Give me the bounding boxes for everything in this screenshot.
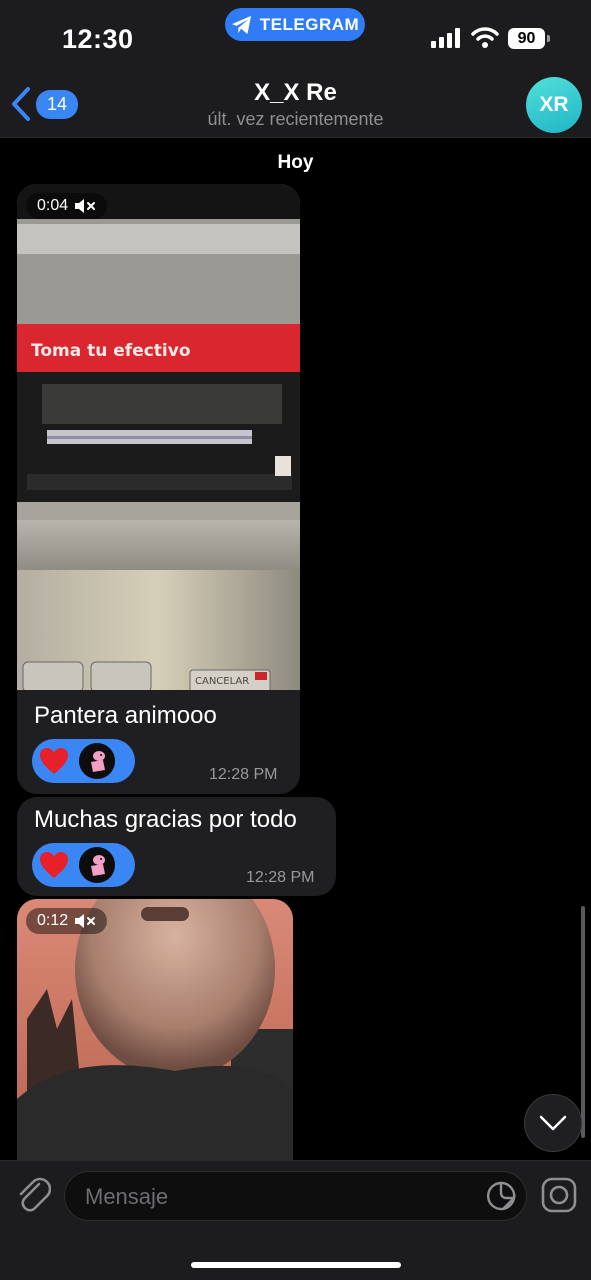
chevron-down-icon bbox=[539, 1115, 567, 1131]
reaction-pill[interactable] bbox=[32, 843, 135, 887]
muted-speaker-icon[interactable] bbox=[74, 198, 96, 214]
video-duration: 0:12 bbox=[37, 912, 69, 929]
last-seen-status: últ. vez recientemente bbox=[207, 109, 384, 129]
attach-icon[interactable] bbox=[15, 1176, 51, 1214]
message-time: 12:28 PM bbox=[209, 766, 278, 783]
scroll-to-bottom-button[interactable] bbox=[524, 1094, 582, 1152]
wifi-icon bbox=[471, 27, 499, 48]
video-message[interactable]: Toma tu efectivo CANCELAR 0:04 Pantera a… bbox=[17, 184, 300, 794]
chat-scrollbar[interactable] bbox=[581, 906, 585, 1138]
telegram-pill-label: TELEGRAM bbox=[259, 14, 360, 34]
muted-speaker-icon[interactable] bbox=[74, 913, 96, 929]
message-text: Muchas gracias por todo bbox=[34, 806, 297, 833]
pink-panther-avatar bbox=[79, 847, 115, 883]
cellular-signal-icon bbox=[431, 28, 460, 48]
reaction-pill[interactable] bbox=[32, 739, 135, 783]
status-time: 12:30 bbox=[62, 24, 134, 54]
video-thumbnail[interactable] bbox=[17, 899, 293, 1161]
telegram-icon bbox=[231, 15, 251, 34]
heart-icon bbox=[40, 852, 68, 878]
home-indicator bbox=[191, 1262, 401, 1268]
video-message[interactable]: 0:12 bbox=[17, 899, 293, 1161]
video-thumbnail[interactable]: Toma tu efectivo CANCELAR bbox=[17, 184, 300, 690]
contact-avatar[interactable]: XR bbox=[526, 77, 582, 133]
telegram-pill[interactable]: TELEGRAM bbox=[225, 8, 365, 41]
text-message[interactable]: Muchas gracias por todo 12:28 PM bbox=[17, 797, 336, 896]
date-separator: Hoy bbox=[277, 152, 314, 173]
chat-header: 14 X_X Re últ. vez recientemente XR bbox=[0, 72, 591, 138]
avatar-initials: XR bbox=[539, 93, 569, 116]
video-duration-badge: 0:12 bbox=[26, 908, 108, 934]
video-button-text: CANCELAR bbox=[195, 676, 249, 687]
video-duration: 0:04 bbox=[37, 197, 69, 214]
video-message-icon[interactable] bbox=[541, 1177, 577, 1213]
battery-icon: 90 bbox=[508, 28, 550, 49]
heart-icon bbox=[40, 748, 68, 774]
video-duration-badge: 0:04 bbox=[26, 193, 108, 219]
chat-title[interactable]: X_X Re bbox=[0, 79, 591, 107]
pink-panther-avatar bbox=[79, 743, 115, 779]
message-caption: Pantera animooo bbox=[34, 702, 217, 729]
status-bar: 12:30 TELEGRAM 90 bbox=[0, 0, 591, 72]
video-overlay-text: Toma tu efectivo bbox=[31, 341, 191, 361]
message-input[interactable]: Mensaje bbox=[64, 1171, 527, 1221]
battery-level: 90 bbox=[517, 29, 536, 47]
message-time: 12:28 PM bbox=[246, 869, 315, 886]
sticker-icon[interactable] bbox=[486, 1181, 516, 1211]
message-input-placeholder: Mensaje bbox=[85, 1184, 169, 1209]
